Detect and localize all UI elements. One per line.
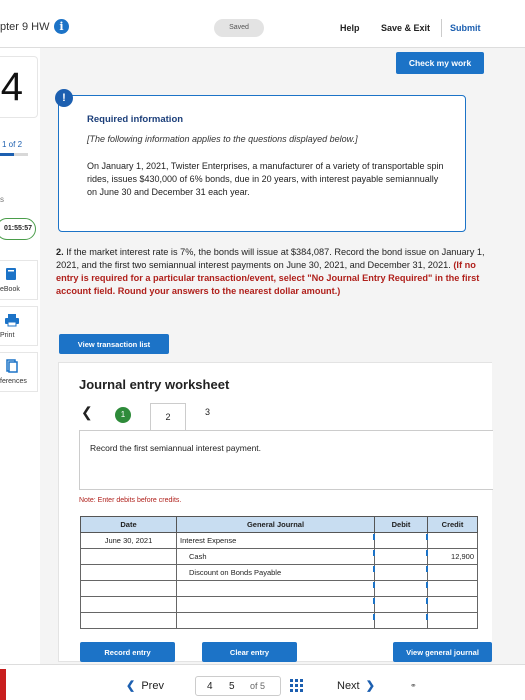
alert-icon: ! (55, 89, 73, 107)
column-header-credit: Credit (427, 516, 478, 533)
journal-entry-worksheet: Journal entry worksheet ❮ 1 2 3 Record t… (58, 362, 493, 662)
page-indicator[interactable]: 1 of 2 (2, 140, 22, 149)
ebook-label: eBook (0, 286, 20, 293)
worksheet-title: Journal entry worksheet (79, 377, 230, 392)
references-label: ferences (0, 378, 27, 385)
footer-nav: ❮ Prev ⚭ 4 5 of 5 Next ❯ (0, 664, 525, 700)
journal-table: Date General Journal Debit Credit June 3… (80, 516, 478, 629)
account-select[interactable] (176, 580, 377, 597)
saved-status-badge: Saved (214, 19, 264, 37)
credit-input[interactable] (427, 596, 478, 613)
credit-input[interactable] (427, 564, 478, 581)
required-information-text: On January 1, 2021, Twister Enterprises,… (87, 161, 444, 197)
column-header-date: Date (80, 516, 177, 533)
debit-input[interactable] (374, 548, 430, 565)
submit-link[interactable]: Submit (450, 23, 481, 33)
date-cell (80, 580, 177, 597)
page-number-next[interactable]: 5 (229, 681, 235, 692)
debit-input[interactable] (374, 564, 430, 581)
timer-badge: 01:55:57 (0, 218, 36, 240)
tab-step-2[interactable]: 2 (150, 403, 186, 431)
table-row (80, 596, 478, 613)
date-cell (80, 612, 177, 629)
credit-input[interactable] (427, 580, 478, 597)
sidebar-fragment-label: s (0, 195, 4, 204)
tab-step-3[interactable]: 3 (205, 407, 210, 417)
part-progress-fill (0, 153, 14, 156)
record-entry-button[interactable]: Record entry (80, 642, 175, 662)
account-select[interactable]: Cash (176, 548, 377, 565)
assignment-title: pter 9 HW (0, 21, 50, 33)
debit-input[interactable] (374, 612, 430, 629)
question-prompt-number: 2. (56, 247, 64, 257)
table-row (80, 612, 478, 629)
table-row (80, 580, 478, 597)
step-1-complete[interactable]: 1 (115, 407, 131, 423)
footer-logo-tab (0, 669, 6, 700)
printer-icon (5, 314, 19, 327)
prev-button[interactable]: ❮ Prev (126, 679, 164, 692)
top-bar: pter 9 HW i Saved Help Save & Exit Submi… (0, 0, 525, 48)
question-prompt: 2. If the market interest rate is 7%, th… (56, 246, 496, 298)
ebook-button[interactable]: eBook (0, 260, 38, 300)
table-row: June 30, 2021 Interest Expense (80, 532, 478, 549)
page-selector[interactable]: ⚭ 4 5 of 5 (195, 676, 417, 696)
account-select[interactable]: Discount on Bonds Payable (176, 564, 377, 581)
question-number: 4 (0, 56, 38, 118)
transaction-description-box: Record the first semiannual interest pay… (79, 430, 493, 490)
link-icon: ⚭ (410, 681, 417, 690)
check-my-work-button[interactable]: Check my work (396, 52, 484, 74)
credit-input[interactable] (427, 612, 478, 629)
required-information-note: [The following information applies to th… (87, 134, 358, 144)
view-transaction-list-button[interactable]: View transaction list (59, 334, 169, 354)
help-link[interactable]: Help (340, 23, 360, 33)
debit-input[interactable] (374, 596, 430, 613)
next-label: Next (337, 680, 360, 692)
account-select[interactable] (176, 612, 377, 629)
view-general-journal-button[interactable]: View general journal (393, 642, 492, 662)
prev-label: Prev (141, 680, 164, 692)
info-icon[interactable]: i (54, 19, 69, 34)
transaction-description: Record the first semiannual interest pay… (90, 443, 262, 453)
print-label: Print (0, 332, 15, 339)
date-cell (80, 596, 177, 613)
save-exit-link[interactable]: Save & Exit (381, 23, 430, 33)
account-select[interactable]: Interest Expense (176, 532, 377, 549)
date-cell[interactable]: June 30, 2021 (80, 532, 177, 549)
header-divider (441, 19, 442, 37)
question-prompt-text: If the market interest rate is 7%, the b… (56, 247, 485, 270)
required-information-title: Required information (87, 114, 184, 125)
column-header-general-journal: General Journal (176, 516, 375, 533)
part-progress-bar (0, 153, 28, 156)
date-cell (80, 564, 177, 581)
chevron-left-icon[interactable]: ❮ (81, 404, 93, 421)
chevron-right-icon: ❯ (365, 680, 375, 692)
journal-table-header: Date General Journal Debit Credit (80, 516, 478, 533)
clear-entry-button[interactable]: Clear entry (202, 642, 297, 662)
references-icon (6, 359, 18, 373)
debit-input[interactable] (374, 532, 430, 549)
chevron-left-icon: ❮ (126, 680, 136, 692)
table-row: Cash 12,900 (80, 548, 478, 565)
required-information-box: Required information [The following info… (58, 95, 466, 232)
book-icon (6, 268, 16, 280)
debit-input[interactable] (374, 580, 430, 597)
table-row: Discount on Bonds Payable (80, 564, 478, 581)
column-header-debit: Debit (374, 516, 428, 533)
debits-before-credits-note: Note: Enter debits before credits. (79, 497, 182, 504)
grid-icon[interactable] (290, 679, 303, 692)
print-button[interactable]: Print (0, 306, 38, 346)
account-select[interactable] (176, 596, 377, 613)
credit-input[interactable] (427, 532, 478, 549)
next-button[interactable]: Next ❯ (337, 679, 375, 692)
references-button[interactable]: ferences (0, 352, 38, 392)
page-number-current[interactable]: 4 (207, 681, 213, 692)
date-cell (80, 548, 177, 565)
credit-input[interactable]: 12,900 (427, 548, 478, 565)
page-total: of 5 (250, 681, 266, 691)
